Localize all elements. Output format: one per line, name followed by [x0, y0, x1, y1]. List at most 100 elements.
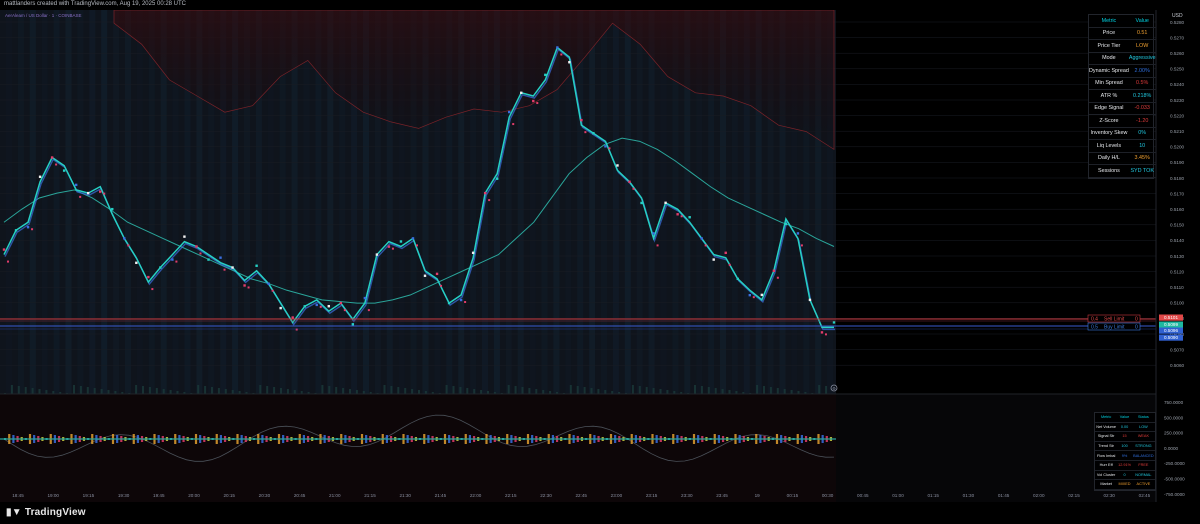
metrics-row: Price Tier LOW	[1089, 39, 1156, 53]
signal-marker	[728, 263, 731, 266]
signal-marker	[171, 258, 174, 261]
flow-metric-status: STRONG	[1131, 441, 1155, 452]
metric-label: Price	[1089, 27, 1129, 40]
volume-bar	[273, 387, 276, 394]
time-axis-label: 23:00	[611, 493, 623, 498]
time-axis-label: 00:45	[857, 493, 869, 498]
volume-bar	[335, 387, 338, 394]
symbol-title[interactable]: AerAleam / US Dollar · 1 · COINBASE	[5, 13, 82, 18]
signal-marker	[111, 207, 114, 211]
volume-bar	[783, 389, 786, 394]
signal-marker	[103, 192, 106, 195]
time-axis-label: 22:30	[540, 493, 552, 498]
volume-bar	[342, 388, 345, 394]
flow-row: Hurr Eff 12.91% FREE	[1095, 460, 1155, 471]
time-axis-label: 21:15	[364, 493, 376, 498]
metric-value: -0.033	[1128, 102, 1156, 115]
volume-bar	[355, 390, 358, 394]
price-tag: 0.5090	[1159, 334, 1183, 341]
signal-marker	[536, 102, 539, 105]
signal-marker	[676, 213, 679, 216]
time-axis-label: 21:30	[399, 493, 411, 498]
session-stripe	[6, 10, 12, 394]
price-axis-label: 0.5120	[1170, 269, 1184, 274]
session-stripe	[65, 10, 72, 394]
metric-value: SYD TOK	[1128, 164, 1156, 178]
signal-marker	[700, 237, 703, 240]
flow-metric-value: 15	[1117, 431, 1132, 442]
metric-value: 3.45%	[1128, 152, 1156, 165]
signal-marker	[267, 282, 270, 285]
signal-marker	[748, 293, 751, 297]
session-stripe	[125, 10, 131, 394]
time-axis-label: 02:00	[1033, 493, 1045, 498]
top-bar: mattlanders created with TradingView.com…	[0, 0, 1200, 10]
volume-bar	[466, 388, 469, 394]
metric-label: Sessions	[1089, 164, 1129, 178]
flow-metric-status: ACTIVE	[1131, 479, 1155, 490]
signal-marker	[351, 323, 355, 326]
price-axis-label: 0.5060	[1170, 363, 1184, 368]
session-stripe	[589, 10, 596, 394]
buy-limit-tag: 0.5	[1091, 325, 1098, 331]
tradingview-logo[interactable]: ▮▼ TradingView	[6, 507, 86, 518]
time-axis-label: 22:15	[505, 493, 517, 498]
signal-marker	[584, 131, 587, 134]
volume-bar	[728, 390, 731, 394]
footer: ▮▼ TradingView	[0, 502, 1200, 524]
metric-label: Z-Score	[1089, 114, 1129, 128]
signal-marker	[447, 301, 451, 305]
volume-bar	[480, 390, 483, 394]
signal-marker	[291, 316, 294, 319]
signal-marker	[628, 180, 631, 183]
session-stripe	[136, 10, 143, 394]
volume-bar	[45, 390, 48, 394]
price-tag-label: 0.5090	[1164, 335, 1178, 340]
metrics-row: ATR % 0.218%	[1089, 89, 1156, 103]
oscillator-axis-label: -250.0000	[1164, 461, 1185, 466]
metric-value: 0.218%	[1128, 89, 1156, 103]
volume-bar	[652, 388, 655, 394]
flow-row: Net Volume 0.00 LOW	[1095, 422, 1155, 433]
signal-marker	[303, 305, 306, 308]
chart-area[interactable]: 0.4 Sell Limit 0 0.5 Buy Limit 0 ⚙ USD 0…	[0, 0, 1200, 502]
metrics-row: Liq Levels 10	[1089, 139, 1156, 153]
signal-marker	[512, 123, 515, 126]
volume-bar	[197, 385, 200, 394]
price-axis-label: 0.5240	[1170, 82, 1184, 87]
price-axis-label: 0.5250	[1170, 67, 1184, 72]
flow-row: Signal Str 15 WEAK	[1095, 431, 1155, 442]
time-axis-label: 20:00	[188, 493, 200, 498]
signal-marker	[752, 296, 755, 299]
volume-bar	[100, 389, 103, 394]
session-stripe	[648, 10, 655, 394]
signal-marker	[243, 284, 246, 287]
oscillator-axis-label: 0.0000	[1164, 446, 1178, 451]
time-axis-label: 18:45	[12, 493, 24, 498]
signal-marker	[568, 61, 571, 64]
volume-bar	[418, 390, 420, 394]
volume-bar	[473, 389, 476, 394]
metrics-panel: Metric Value Price 0.51 Price Tier LOW Mode A…	[1088, 14, 1156, 179]
time-axis-label: 02:15	[1068, 493, 1080, 498]
volume-bar	[24, 387, 27, 394]
signal-marker	[824, 333, 827, 336]
signal-marker	[151, 288, 154, 291]
session-stripe	[148, 10, 155, 394]
time-axis-label: 00:15	[787, 493, 799, 498]
flow-row: Vol Cluster 0 NORMAL	[1095, 470, 1155, 481]
flow-metric-value: 9%	[1117, 450, 1132, 461]
signal-marker	[315, 303, 318, 307]
metrics-header-metric: Metric	[1089, 15, 1129, 28]
pane-settings-glyph: ⚙	[832, 386, 836, 391]
signal-marker	[31, 228, 34, 231]
metric-value: LOW	[1128, 39, 1156, 53]
price-axis-label: 0.5280	[1170, 20, 1184, 25]
flow-metric-status: LOW	[1131, 422, 1155, 433]
session-stripe	[17, 10, 24, 394]
volume-bar	[707, 387, 710, 394]
signal-marker	[26, 226, 30, 229]
flow-row: Flow Imbal 9% BALANCED	[1095, 450, 1155, 461]
buy-limit-text: Buy Limit	[1104, 325, 1125, 331]
metric-label: ATR %	[1089, 89, 1129, 103]
